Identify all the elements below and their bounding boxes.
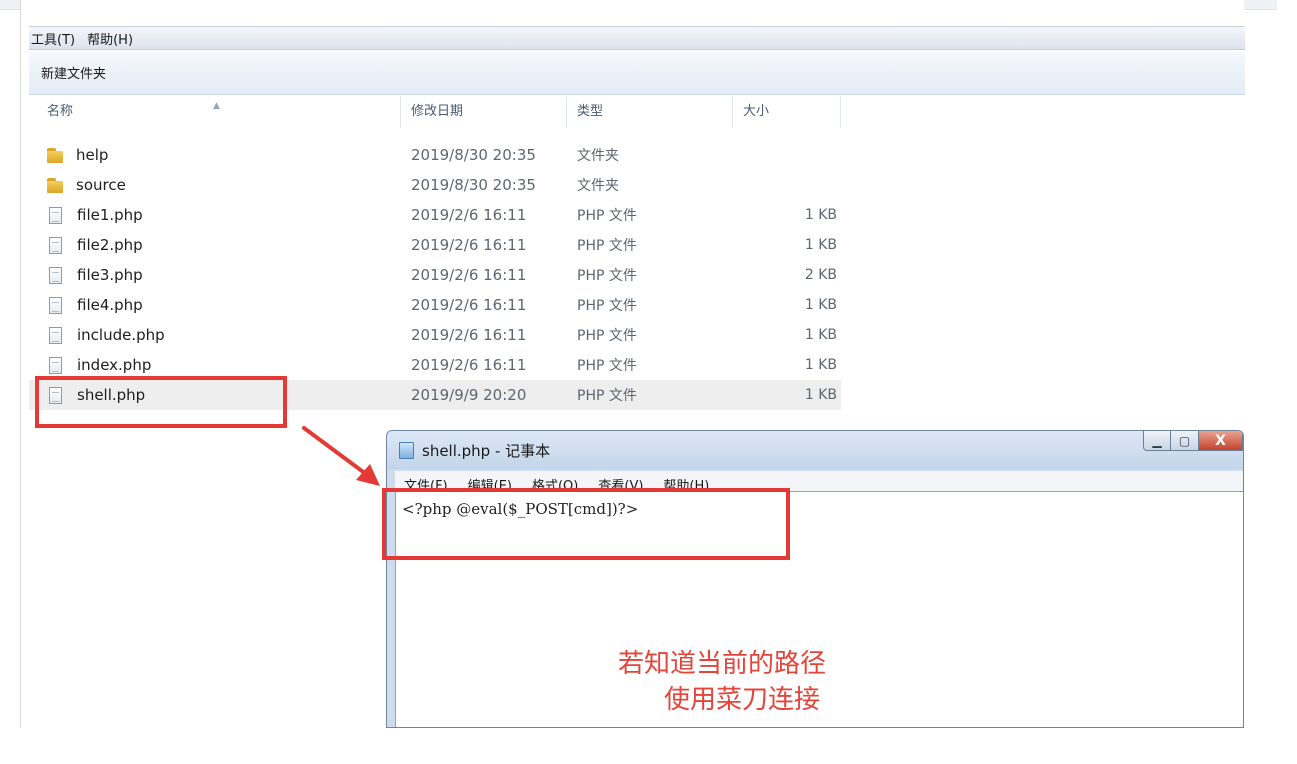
file-date: 2019/2/6 16:11 [411, 266, 527, 284]
minimize-icon: ▁ [1152, 433, 1162, 448]
explorer-menubar: 工具(T) 帮助(H) [29, 26, 1245, 50]
annotation-line-2: 使用菜刀连接 [664, 685, 821, 715]
menu-tools[interactable]: 工具(T) [29, 29, 85, 48]
notepad-icon [399, 441, 414, 459]
file-date: 2019/2/6 16:11 [411, 326, 527, 344]
file-date: 2019/8/30 20:35 [411, 146, 536, 164]
file-row-file3[interactable]: file3.php 2019/2/6 16:11 PHP 文件 2 KB [29, 260, 841, 290]
file-name: file3.php [77, 266, 143, 284]
file-row-include[interactable]: include.php 2019/2/6 16:11 PHP 文件 1 KB [29, 320, 841, 350]
file-row-file1[interactable]: file1.php 2019/2/6 16:11 PHP 文件 1 KB [29, 200, 841, 230]
file-size: 1 KB [804, 297, 837, 313]
file-name: file4.php [77, 296, 143, 314]
highlight-box-code [382, 488, 790, 560]
php-file-icon [49, 266, 62, 284]
column-header-name[interactable]: 名称 ▲ [29, 96, 401, 128]
file-type: 文件夹 [577, 148, 619, 164]
file-size: 2 KB [804, 267, 837, 283]
column-header-type[interactable]: 类型 [567, 96, 733, 128]
php-file-icon [49, 356, 62, 374]
file-type: PHP 文件 [577, 238, 637, 254]
file-name: source [76, 176, 126, 194]
file-date: 2019/2/6 16:11 [411, 296, 527, 314]
file-date: 2019/2/6 16:11 [411, 236, 527, 254]
close-button[interactable]: X [1199, 431, 1243, 451]
file-size: 1 KB [804, 207, 837, 223]
menu-help[interactable]: 帮助(H) [85, 29, 143, 48]
file-date: 2019/2/6 16:11 [411, 206, 527, 224]
file-type: PHP 文件 [577, 208, 637, 224]
php-file-icon [49, 326, 62, 344]
page-bottom [0, 728, 1297, 764]
sort-ascending-icon: ▲ [213, 101, 220, 111]
file-name: index.php [77, 356, 152, 374]
maximize-icon: ▢ [1178, 433, 1191, 448]
file-date: 2019/2/6 16:11 [411, 356, 527, 374]
file-row-source[interactable]: source 2019/8/30 20:35 文件夹 [29, 170, 841, 200]
annotation-line-1: 若知道当前的路径 [618, 649, 827, 679]
column-header-size[interactable]: 大小 [733, 96, 841, 128]
column-header-date[interactable]: 修改日期 [401, 96, 567, 128]
file-row-file2[interactable]: file2.php 2019/2/6 16:11 PHP 文件 1 KB [29, 230, 841, 260]
file-row-help[interactable]: help 2019/8/30 20:35 文件夹 [29, 140, 841, 170]
annotation-arrow-icon [302, 426, 380, 486]
php-file-icon [49, 236, 62, 254]
folder-icon [47, 147, 64, 163]
notepad-titlebar[interactable]: shell.php - 记事本 [387, 431, 1243, 469]
new-folder-button[interactable]: 新建文件夹 [41, 63, 106, 82]
file-type: PHP 文件 [577, 388, 637, 404]
php-file-icon [49, 206, 62, 224]
folder-icon [47, 177, 64, 193]
file-row-file4[interactable]: file4.php 2019/2/6 16:11 PHP 文件 1 KB [29, 290, 841, 320]
window-controls: ▁ ▢ X [1143, 431, 1243, 451]
explorer-toolbar: 新建文件夹 [29, 51, 1245, 95]
notepad-title: shell.php - 记事本 [422, 441, 551, 460]
file-type: PHP 文件 [577, 358, 637, 374]
file-name: include.php [77, 326, 165, 344]
file-date: 2019/8/30 20:35 [411, 176, 536, 194]
php-file-icon [49, 296, 62, 314]
file-size: 1 KB [804, 357, 837, 373]
file-name: file2.php [77, 236, 143, 254]
minimize-button[interactable]: ▁ [1143, 431, 1171, 451]
file-size: 1 KB [804, 327, 837, 343]
file-type: PHP 文件 [577, 268, 637, 284]
close-icon: X [1215, 432, 1226, 449]
file-type: PHP 文件 [577, 298, 637, 314]
maximize-button[interactable]: ▢ [1171, 431, 1199, 451]
column-headers: 名称 ▲ 修改日期 类型 大小 [29, 96, 841, 128]
file-name: help [76, 146, 109, 164]
highlight-box-shell-row [35, 376, 287, 428]
file-list: help 2019/8/30 20:35 文件夹 source 2019/8/3… [29, 140, 841, 410]
file-size: 1 KB [804, 387, 837, 403]
file-type: 文件夹 [577, 178, 619, 194]
file-date: 2019/9/9 20:20 [411, 386, 527, 404]
file-type: PHP 文件 [577, 328, 637, 344]
file-size: 1 KB [804, 237, 837, 253]
file-name: file1.php [77, 206, 143, 224]
